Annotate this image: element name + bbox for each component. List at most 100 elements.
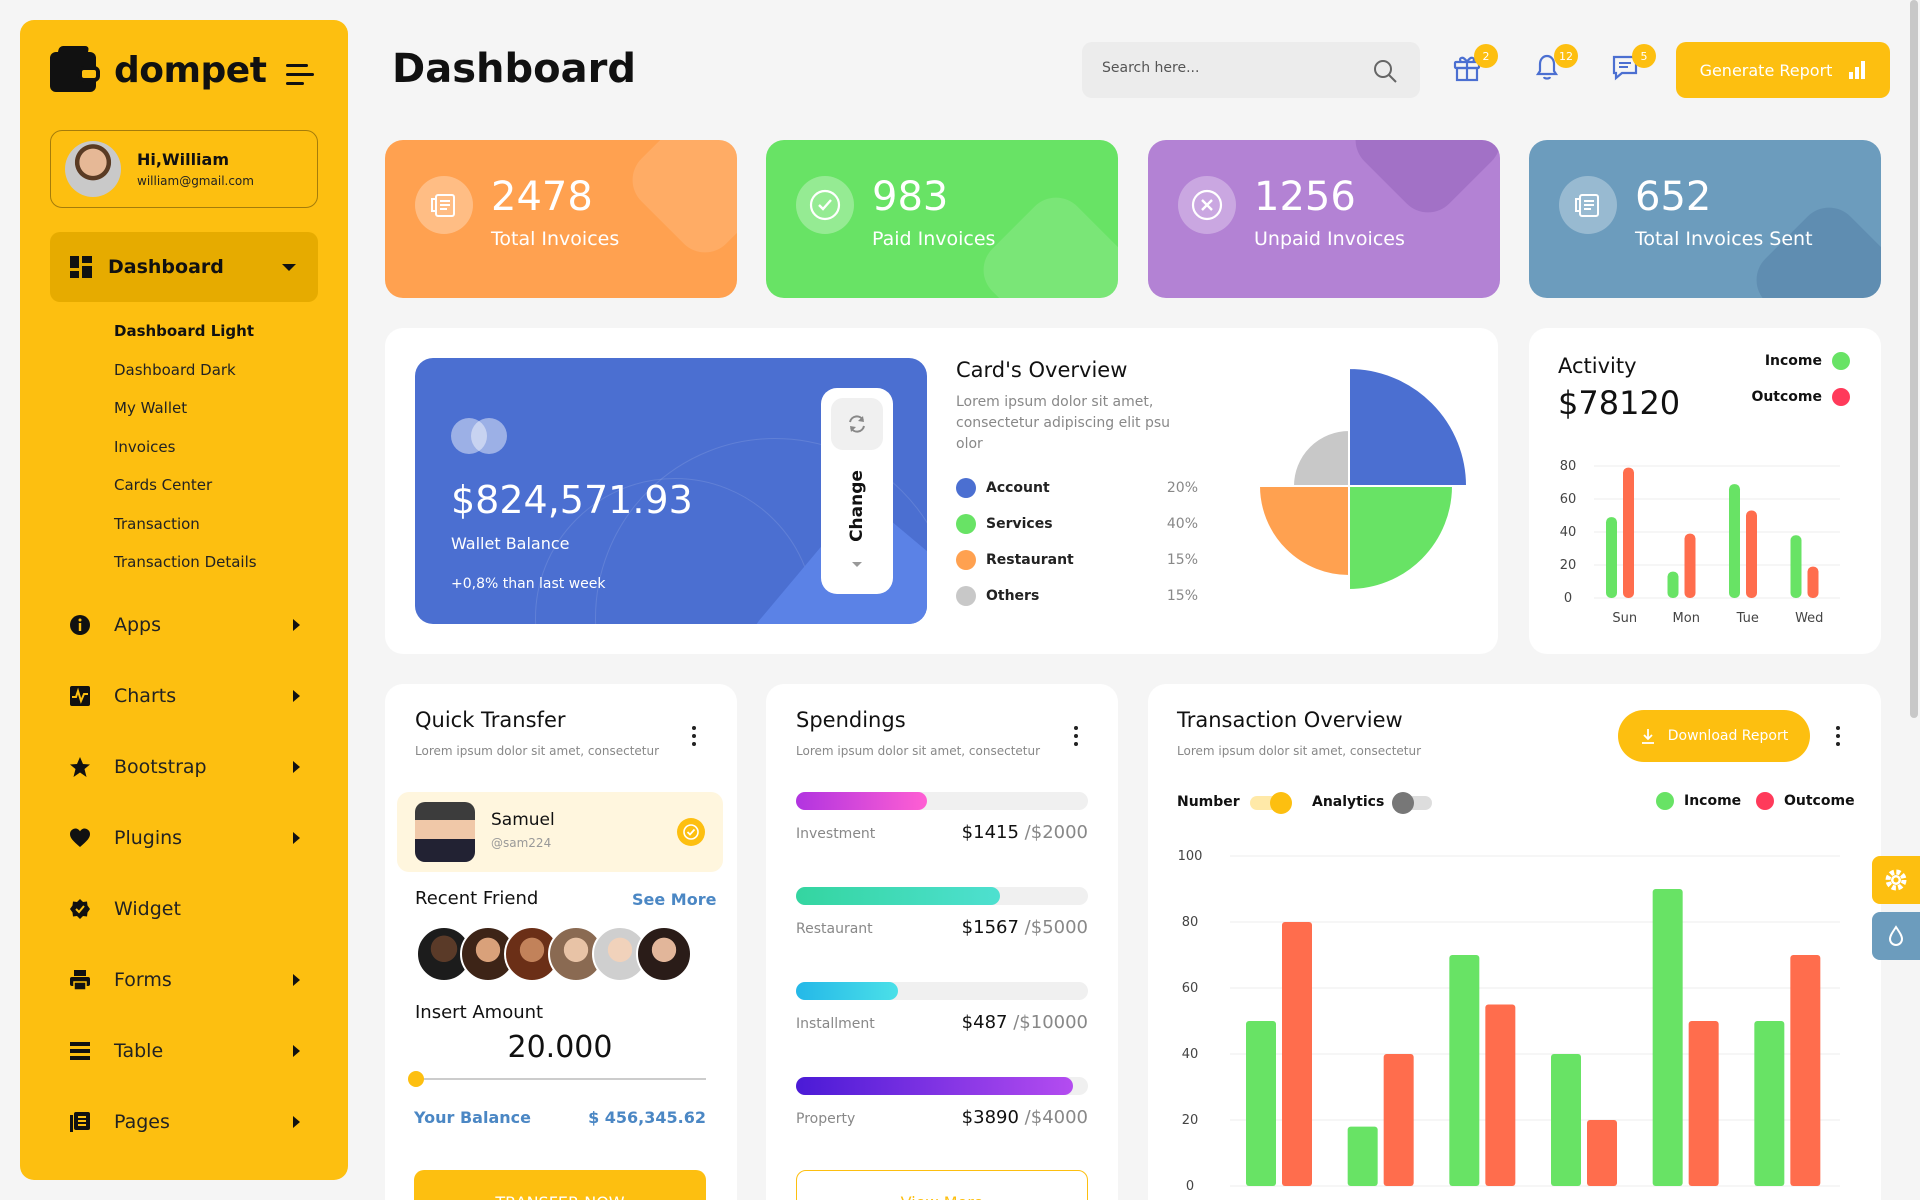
legend-percent: 15% xyxy=(1166,588,1198,604)
amount-value[interactable]: 20.000 xyxy=(414,1030,706,1065)
legend-item-outcome: Outcome xyxy=(1720,388,1850,406)
more-options-icon[interactable] xyxy=(1074,726,1080,750)
generate-report-button[interactable]: Generate Report xyxy=(1676,42,1890,98)
generate-report-label: Generate Report xyxy=(1699,60,1833,80)
spending-value: $487 /$10000 xyxy=(900,1012,1088,1033)
spending-label: Property xyxy=(796,1111,856,1127)
legend-label: Outcome xyxy=(1751,389,1822,405)
profile-email: william@gmail.com xyxy=(137,174,254,188)
profile-card[interactable]: Hi,William william@gmail.com xyxy=(50,130,318,208)
amount-slider[interactable] xyxy=(408,1071,706,1087)
download-report-label: Download Report xyxy=(1667,728,1789,744)
gift-button[interactable]: 2 xyxy=(1452,44,1498,88)
wallet-card[interactable]: $824,571.93 Wallet Balance +0,8% than la… xyxy=(415,358,927,624)
spending-label: Investment xyxy=(796,826,876,842)
check-circle-icon xyxy=(796,176,854,234)
pie-slice-restaurant xyxy=(1257,485,1350,578)
stat-value: 1256 xyxy=(1254,174,1356,220)
stat-label: Unpaid Invoices xyxy=(1254,228,1405,250)
sidebar-item-forms[interactable]: Forms xyxy=(68,960,318,1000)
legend-item-outcome: Outcome xyxy=(1756,792,1855,810)
messages-button[interactable]: 5 xyxy=(1610,44,1656,88)
number-toggle[interactable] xyxy=(1250,792,1292,814)
download-report-button[interactable]: Download Report xyxy=(1618,710,1810,762)
stat-label: Total Invoices Sent xyxy=(1635,228,1813,250)
toggle-knob xyxy=(1392,792,1414,814)
dashboard-submenu: Dashboard Light Dashboard Dark My Wallet… xyxy=(114,322,257,592)
submenu-cards-center[interactable]: Cards Center xyxy=(114,476,257,515)
sidebar-item-dashboard[interactable]: Dashboard xyxy=(50,232,318,302)
sidebar-item-charts[interactable]: Charts xyxy=(68,676,318,716)
more-options-icon[interactable] xyxy=(1836,726,1842,750)
bar-outcome xyxy=(1282,922,1312,1186)
sidebar-item-apps[interactable]: Apps xyxy=(68,605,318,645)
printer-icon xyxy=(68,968,92,992)
submenu-dashboard-light[interactable]: Dashboard Light xyxy=(114,322,257,361)
notifications-button[interactable]: 12 xyxy=(1532,44,1578,88)
spending-value: $1567 /$5000 xyxy=(900,917,1088,938)
stat-card-total-invoices-sent[interactable]: 652 Total Invoices Sent xyxy=(1529,140,1881,298)
spending-value: $3890 /$4000 xyxy=(900,1107,1088,1128)
stat-label: Paid Invoices xyxy=(872,228,996,250)
bar-outcome xyxy=(1684,533,1696,598)
download-icon xyxy=(1641,729,1654,744)
selected-friend-card[interactable]: Samuel @sam224 xyxy=(397,792,723,872)
spending-label: Installment xyxy=(796,1016,875,1032)
stat-card-paid-invoices[interactable]: 983 Paid Invoices xyxy=(766,140,1118,298)
sidebar-item-bootstrap[interactable]: Bootstrap xyxy=(68,747,318,787)
stat-card-total-invoices[interactable]: 2478 Total Invoices xyxy=(385,140,737,298)
sidebar-item-widget[interactable]: Widget xyxy=(68,889,318,929)
total-amount: /$2000 xyxy=(1024,822,1088,843)
search-input[interactable] xyxy=(1102,60,1352,76)
y-tick-label: 40 xyxy=(1182,1047,1199,1062)
page-scrollbar[interactable] xyxy=(1910,0,1918,718)
stat-value: 2478 xyxy=(491,174,593,220)
submenu-transaction[interactable]: Transaction xyxy=(114,515,257,554)
search-icon[interactable] xyxy=(1372,58,1398,88)
stat-card-unpaid-invoices[interactable]: 1256 Unpaid Invoices xyxy=(1148,140,1500,298)
your-balance-label: Your Balance xyxy=(414,1108,531,1127)
more-options-icon[interactable] xyxy=(692,726,698,750)
sidebar-item-label: Table xyxy=(114,1040,164,1062)
table-icon xyxy=(68,1039,92,1063)
toggle-knob xyxy=(1270,792,1292,814)
sidebar-item-plugins[interactable]: Plugins xyxy=(68,818,318,858)
bar-outcome xyxy=(1623,467,1634,598)
logo[interactable]: dompet xyxy=(50,46,267,94)
legend-dot xyxy=(956,586,976,606)
spent-amount: $1567 xyxy=(961,917,1019,938)
submenu-my-wallet[interactable]: My Wallet xyxy=(114,399,257,438)
submenu-transaction-details[interactable]: Transaction Details xyxy=(114,553,257,592)
cards-overview-pie-chart xyxy=(1257,366,1469,592)
chevron-right-icon xyxy=(293,761,300,773)
chevron-down-icon xyxy=(852,562,862,567)
legend-label: Services xyxy=(986,516,1053,532)
y-tick-label: 0 xyxy=(1186,1179,1194,1194)
view-more-button[interactable]: View More xyxy=(796,1170,1088,1200)
transfer-now-button[interactable]: TRANSFER NOW xyxy=(414,1170,706,1200)
settings-button[interactable] xyxy=(1872,856,1920,904)
submenu-dashboard-dark[interactable]: Dashboard Dark xyxy=(114,361,257,400)
analytics-toggle-label: Analytics xyxy=(1312,794,1385,810)
spendings-title: Spendings xyxy=(796,708,906,732)
gear-icon xyxy=(1885,869,1907,891)
page-title: Dashboard xyxy=(392,46,636,92)
bar-outcome xyxy=(1485,1004,1516,1186)
info-icon xyxy=(68,613,92,637)
invoice-icon xyxy=(415,176,473,234)
see-more-link[interactable]: See More xyxy=(632,890,716,909)
slider-handle[interactable] xyxy=(408,1071,424,1087)
legend-label: Outcome xyxy=(1784,793,1855,809)
submenu-invoices[interactable]: Invoices xyxy=(114,438,257,477)
x-tick-label: Tue xyxy=(1736,611,1759,626)
friend-avatar[interactable] xyxy=(636,926,692,982)
chat-badge: 5 xyxy=(1632,44,1656,68)
change-card-button[interactable]: Change xyxy=(821,388,893,594)
sidebar-item-table[interactable]: Table xyxy=(68,1031,318,1071)
sidebar-item-pages[interactable]: Pages xyxy=(68,1102,318,1142)
spent-amount: $487 xyxy=(961,1012,1008,1033)
theme-color-button[interactable] xyxy=(1872,912,1920,960)
menu-toggle-icon[interactable] xyxy=(286,64,314,91)
analytics-toggle[interactable] xyxy=(1392,792,1432,814)
bar-outcome xyxy=(1746,510,1757,598)
